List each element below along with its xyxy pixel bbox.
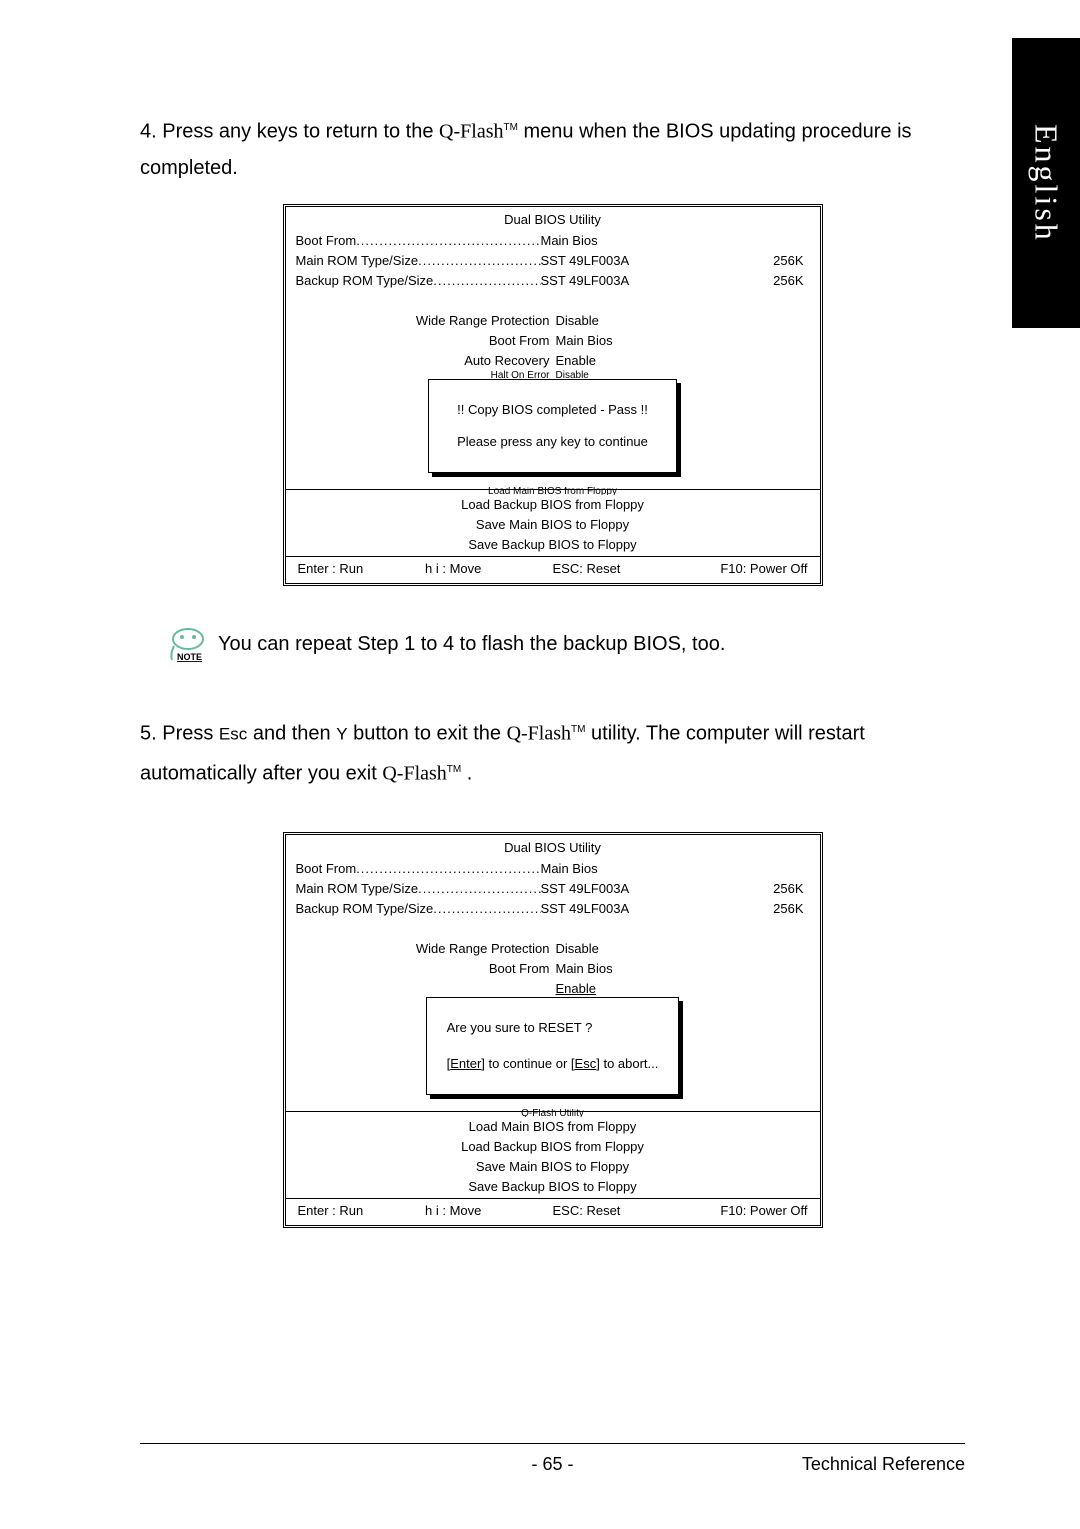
menu-item[interactable]: Save Main BIOS to Floppy [286,1157,820,1177]
setting-row: Boot From Main Bios [286,331,820,351]
setting-row: Wide Range Protection Disable [286,311,820,331]
copy-complete-popup[interactable]: !! Copy BIOS completed - Pass !! Please … [428,379,677,473]
info-row: Main ROM Type/Size SST 49LF003A 256K [296,251,810,271]
setting-row: Enable [286,979,820,999]
bios-info: Boot From Main Bios Main ROM Type/Size S… [286,859,820,923]
setting-row: Wide Range Protection Disable [286,939,820,959]
popup-message-2: Please press any key to continue [457,432,648,452]
bios-settings: Wide Range Protection Disable Boot From … [286,923,820,1111]
popup-message-1: Are you sure to RESET ? [447,1018,659,1038]
section-name: Technical Reference [802,1454,965,1475]
bios-info: Boot From Main Bios Main ROM Type/Size S… [286,231,820,295]
note-row: NOTE You can repeat Step 1 to 4 to flash… [168,626,965,662]
bios-menu: Q-Flash Utility Load Main BIOS from Flop… [286,1111,820,1199]
key-f10: F10: Power Off [680,559,808,579]
page-footer: - 65 - Technical Reference [140,1443,965,1475]
popup-message-2: [Enter] to continue or [Esc] to abort... [447,1054,659,1074]
popup-message-1: !! Copy BIOS completed - Pass !! [457,400,648,420]
key-esc: ESC: Reset [553,559,681,579]
bios-settings: Wide Range Protection Disable Boot From … [286,295,820,489]
setting-row: Auto Recovery Enable [286,351,820,371]
page-number: - 65 - [531,1454,573,1475]
info-row: Backup ROM Type/Size SST 49LF003A 256K [296,271,810,291]
menu-item[interactable]: Save Backup BIOS to Floppy [286,535,820,555]
reset-confirm-popup[interactable]: Are you sure to RESET ? [Enter] to conti… [426,997,680,1095]
bios-dialog-1: Dual BIOS Utility Boot From Main Bios Ma… [283,204,823,586]
info-row: Backup ROM Type/Size SST 49LF003A 256K [296,899,810,919]
info-row: Main ROM Type/Size SST 49LF003A 256K [296,879,810,899]
menu-item[interactable]: Load Backup BIOS from Floppy [286,1137,820,1157]
info-row: Boot From Main Bios [296,859,810,879]
key-move: h i : Move [425,559,553,579]
note-icon: NOTE [168,626,208,662]
keybar: Enter : Run h i : Move ESC: Reset F10: P… [286,557,820,583]
svg-text:NOTE: NOTE [177,652,202,662]
bios-menu: Load Main BIOS from Floppy Load Backup B… [286,489,820,557]
key-esc: ESC: Reset [553,1201,681,1221]
step4-text: 4. Press any keys to return to the Q-Fla… [140,110,965,186]
menu-item[interactable]: Load Main BIOS from Floppy [286,1117,820,1137]
bios-title: Dual BIOS Utility [286,207,820,231]
key-enter: Enter : Run [298,559,426,579]
keybar: Enter : Run h i : Move ESC: Reset F10: P… [286,1199,820,1225]
note-text: You can repeat Step 1 to 4 to flash the … [218,626,725,662]
step5-text: 5. Press Esc and then Y button to exit t… [140,712,965,792]
setting-row: Boot From Main Bios [286,959,820,979]
language-tab: English [1012,38,1080,328]
key-move: h i : Move [425,1201,553,1221]
menu-item[interactable]: Save Main BIOS to Floppy [286,515,820,535]
menu-item[interactable]: Save Backup BIOS to Floppy [286,1177,820,1197]
menu-item[interactable]: Load Backup BIOS from Floppy [286,495,820,515]
bios-dialog-2: Dual BIOS Utility Boot From Main Bios Ma… [283,832,823,1228]
key-enter: Enter : Run [298,1201,426,1221]
key-f10: F10: Power Off [680,1201,808,1221]
language-label: English [1028,124,1065,243]
bios-title: Dual BIOS Utility [286,835,820,859]
info-row: Boot From Main Bios [296,231,810,251]
